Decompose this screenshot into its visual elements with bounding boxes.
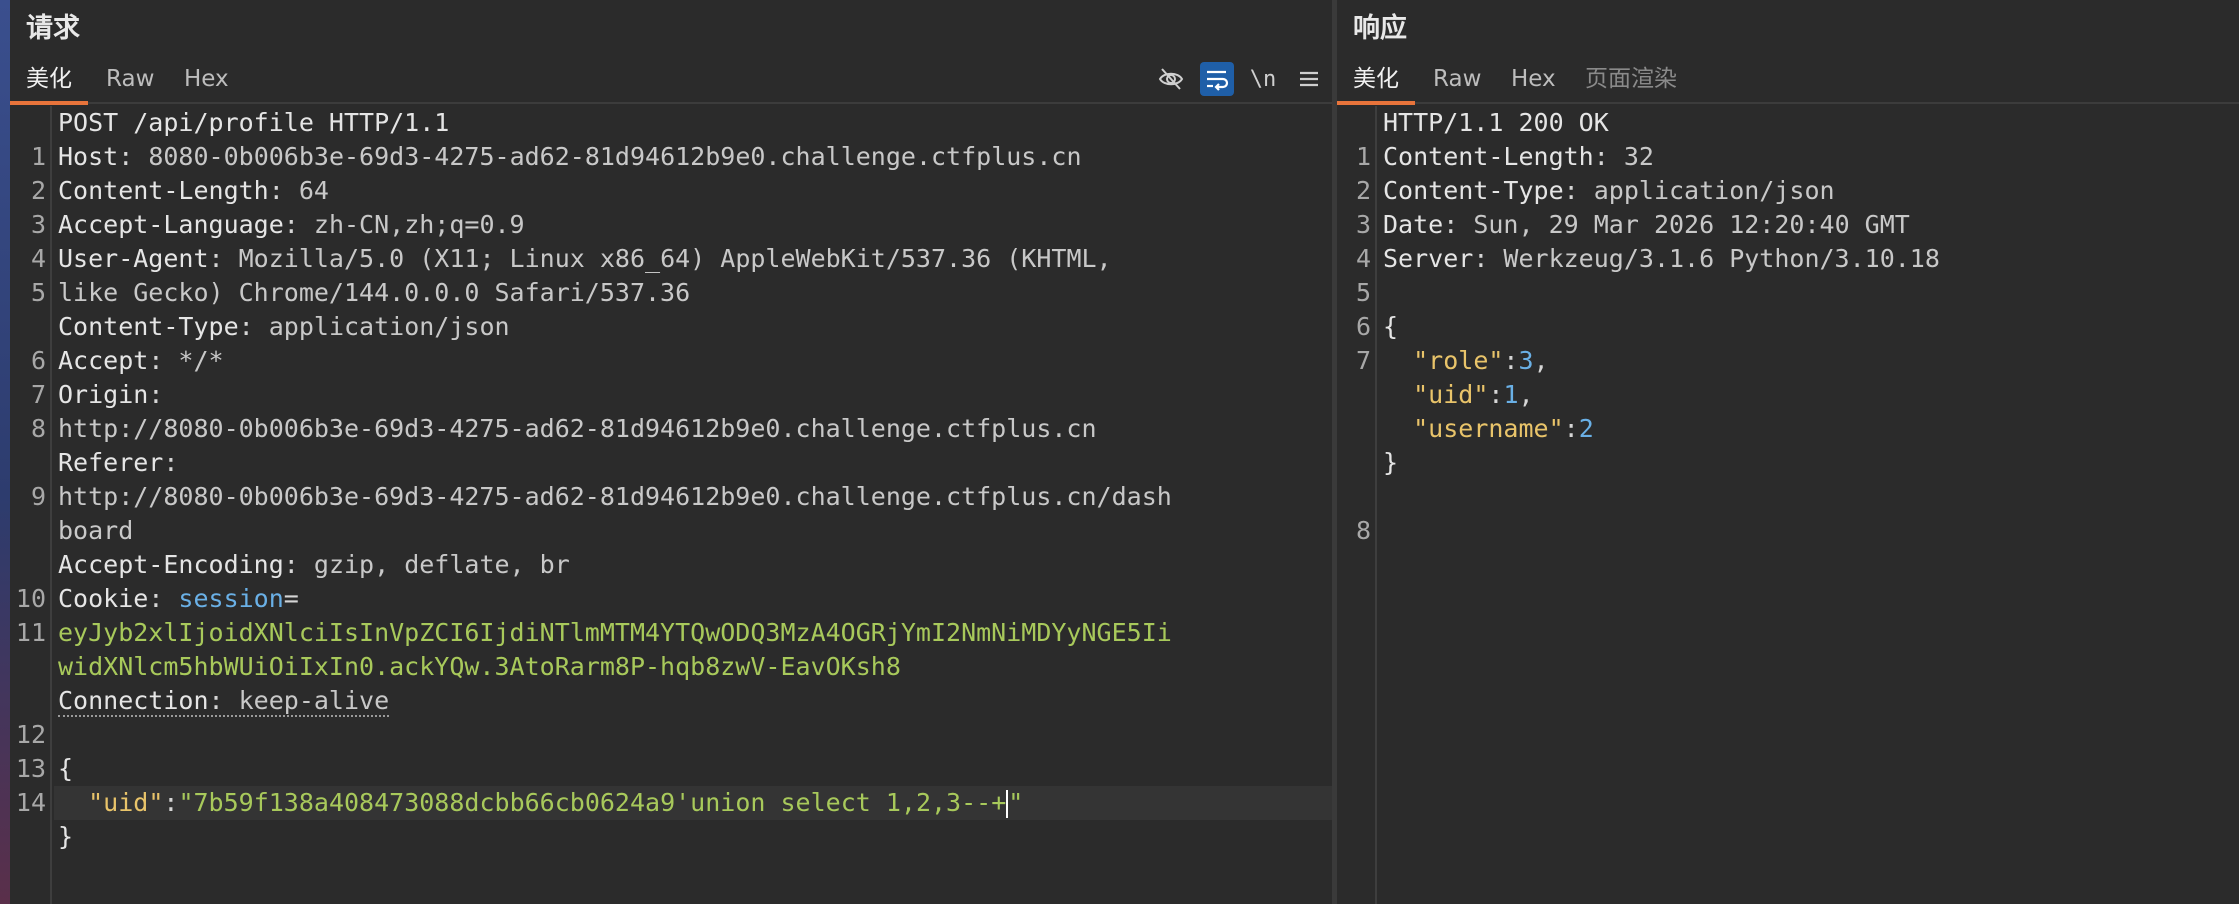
response-line: 3 Content-Type: application/json	[1355, 176, 1835, 239]
request-tabbar: 美化 Raw Hex \n	[10, 56, 1332, 105]
response-tabbar: 美化 Raw Hex 页面渲染	[1337, 56, 2239, 105]
request-title: 请求	[26, 13, 80, 44]
wrap-icon[interactable]	[1200, 62, 1234, 96]
response-line-wrap: "username":2	[1413, 414, 1594, 443]
request-line: 9 Referer:	[30, 448, 179, 511]
response-line-wrap: }	[1383, 448, 1399, 477]
eye-off-icon[interactable]	[1154, 62, 1188, 96]
request-line: 6 Content-Type: application/json	[30, 312, 510, 375]
response-tab-pretty[interactable]: 美化	[1337, 56, 1415, 105]
request-line: 4 Accept-Language: zh-CN,zh;q=0.9	[30, 210, 525, 273]
response-tab-render[interactable]: 页面渲染	[1569, 56, 1693, 102]
request-tab-hex[interactable]: Hex	[168, 56, 245, 102]
response-editor[interactable]: 1 HTTP/1.1 200 OK 2 Content-Length: 32 3…	[1337, 106, 2239, 904]
request-line-wrap: widXNlcm5hbWUiOiIxIn0.ackYQw.3AtoRarm8P-…	[58, 652, 901, 681]
response-tab-raw[interactable]: Raw	[1417, 56, 1497, 102]
menu-icon[interactable]	[1292, 62, 1326, 96]
request-line: 13	[15, 754, 46, 783]
request-editor[interactable]: 1 POST /api/profile HTTP/1.1 2 Host: 808…	[10, 106, 1332, 904]
response-line-wrap: "uid":1,	[1413, 380, 1534, 409]
request-line: 1 POST /api/profile HTTP/1.1	[30, 108, 450, 171]
request-line: }	[58, 822, 74, 851]
request-line: 2 Host: 8080-0b006b3e-69d3-4275-ad62-81d…	[30, 142, 1082, 205]
request-line: 8 Origin:	[30, 380, 164, 443]
response-pane: 响应 美化 Raw Hex 页面渲染 1 HTTP/1.1 200 OK 2 C…	[1337, 0, 2239, 904]
request-toolbar: \n	[1154, 60, 1326, 98]
response-line: 5 Server: Werkzeug/3.1.6 Python/3.10.18	[1355, 244, 1940, 307]
response-line: 2 Content-Length: 32	[1355, 142, 1654, 205]
request-line: 3 Content-Length: 64	[30, 176, 329, 239]
request-line: 12 Connection: keep-alive	[15, 686, 390, 749]
request-line-wrap: like Gecko) Chrome/144.0.0.0 Safari/537.…	[58, 278, 691, 307]
request-line-wrap: board	[58, 516, 134, 545]
response-line: 4 Date: Sun, 29 Mar 2026 12:20:40 GMT	[1355, 210, 1910, 273]
response-line: 8	[1355, 516, 1371, 545]
request-line-wrap: eyJyb2xlIjoidXNlciIsInVpZCI6IjdiNTlmMTM4…	[58, 618, 1172, 647]
request-line: 5 User-Agent: Mozilla/5.0 (X11; Linux x8…	[30, 244, 1112, 307]
request-line: 11 Cookie: session=	[15, 584, 299, 647]
response-title: 响应	[1353, 13, 1407, 44]
response-line: 6	[1355, 312, 1371, 341]
request-line-wrap: http://8080-0b006b3e-69d3-4275-ad62-81d9…	[58, 414, 1097, 443]
response-line-wrap: "role":3,	[1413, 346, 1549, 375]
request-line: 7 Accept: */*	[30, 346, 224, 409]
newline-icon[interactable]: \n	[1246, 62, 1280, 96]
request-line: 14 {	[15, 754, 74, 817]
request-line: 10 Accept-Encoding: gzip, deflate, br	[15, 550, 570, 613]
desktop-edge	[0, 0, 10, 904]
request-line-wrap: http://8080-0b006b3e-69d3-4275-ad62-81d9…	[58, 482, 1172, 511]
request-tab-raw[interactable]: Raw	[90, 56, 170, 102]
response-line: 7 {	[1355, 312, 1399, 375]
request-pane: 请求 美化 Raw Hex \n 1 POST /api/profile HTT…	[10, 0, 1332, 904]
http-editor-window: 请求 美化 Raw Hex \n 1 POST /api/profile HTT…	[0, 0, 2239, 904]
request-tab-pretty[interactable]: 美化	[10, 56, 88, 105]
response-line: 1 HTTP/1.1 200 OK	[1355, 108, 1609, 171]
response-tab-hex[interactable]: Hex	[1495, 56, 1572, 102]
request-line-current[interactable]: "uid":"7b59f138a408473088dcbb66cb0624a9'…	[54, 786, 1332, 820]
